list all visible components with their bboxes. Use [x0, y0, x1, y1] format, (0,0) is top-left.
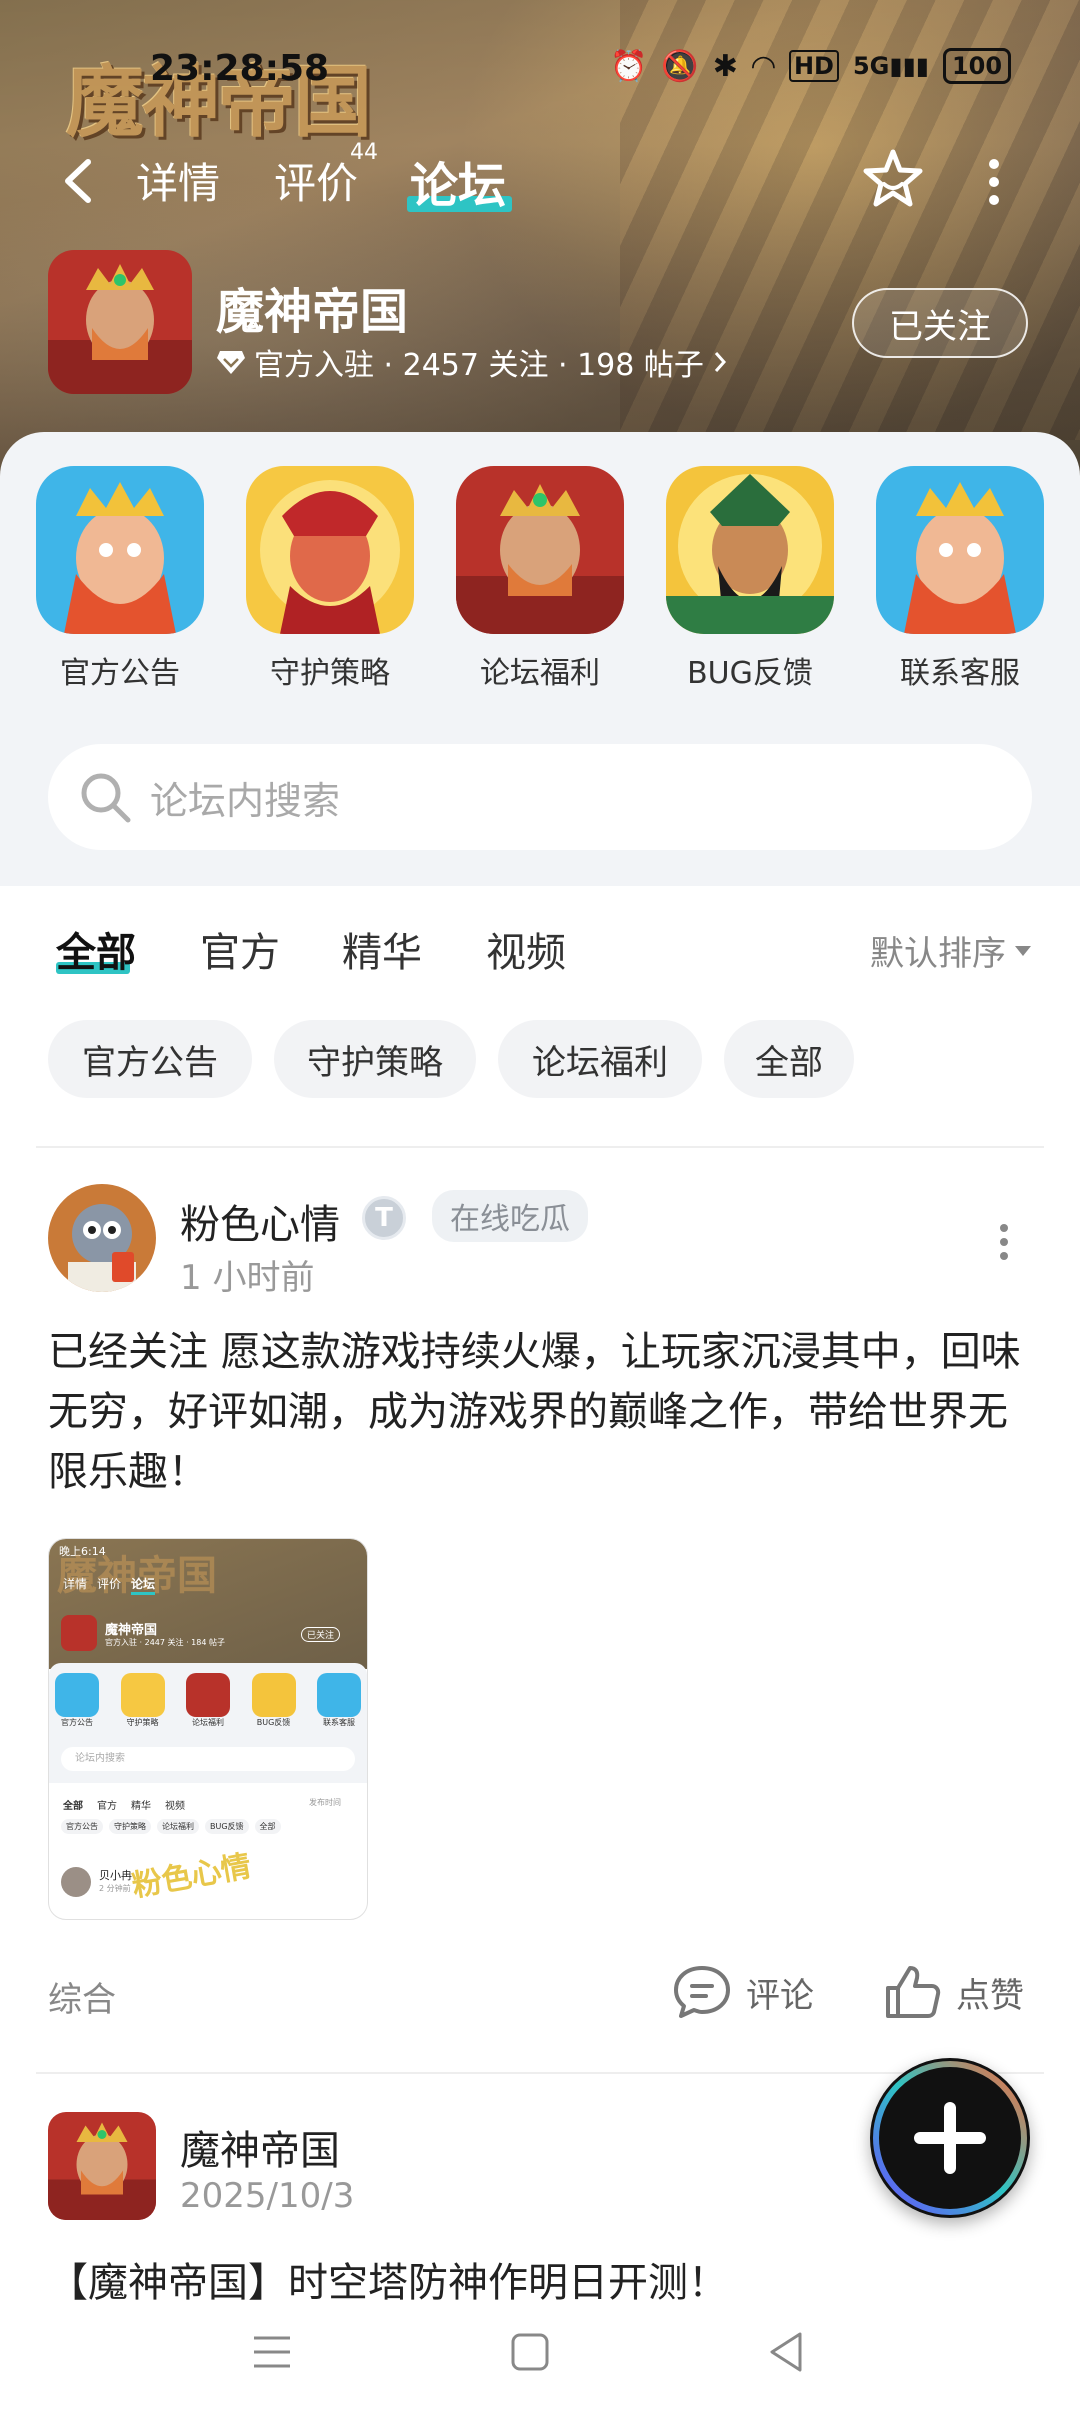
filter-tab-all[interactable]: 全部	[56, 920, 136, 978]
post-more-icon[interactable]	[994, 1222, 1014, 1262]
favorite-star-icon[interactable]	[860, 146, 926, 212]
thumb-watermark: 粉色心情	[129, 1848, 254, 1905]
post-time: 2025/10/3	[180, 2176, 355, 2216]
tab-details[interactable]: 详情	[136, 150, 220, 211]
thumb-avatar	[61, 1867, 91, 1897]
post-author-name[interactable]: 粉色心情	[180, 1192, 340, 1250]
thumb-follow: 已关注	[301, 1627, 341, 1642]
user-level-badge: T	[362, 1196, 406, 1240]
like-label: 点赞	[956, 1975, 1024, 2016]
search-placeholder: 论坛内搜索	[150, 778, 341, 823]
official-avatar[interactable]	[48, 2112, 156, 2220]
forum-search-bar[interactable]: 论坛内搜索	[48, 744, 1032, 850]
divider	[36, 1146, 1044, 1148]
back-nav-icon[interactable]	[766, 2330, 806, 2374]
warrior-avatar-icon	[246, 466, 414, 634]
home-icon[interactable]	[510, 2332, 550, 2372]
wifi-icon: ◠	[751, 48, 775, 84]
category-label: 守护策略	[270, 656, 390, 691]
category-label: 联系客服	[900, 656, 1020, 691]
like-button[interactable]: 点赞	[884, 1964, 1024, 2020]
thumb-game-name: 魔神帝国	[105, 1623, 158, 1638]
search-icon	[81, 773, 131, 823]
chevron-right-icon	[714, 352, 726, 372]
thumb-top-tabs: 详情 评价 论坛	[63, 1575, 156, 1595]
system-nav-bar	[0, 2300, 1080, 2412]
reviews-count-badge: 44	[350, 140, 378, 165]
general-avatar-icon	[666, 466, 834, 634]
sort-label: 默认排序	[870, 934, 1006, 974]
filter-tab-official[interactable]: 官方	[200, 920, 280, 978]
status-time: 23:28:58	[150, 48, 330, 89]
post-image-thumbnail[interactable]: 晚上6:14 魔神帝国 详情 评价 论坛 魔神帝国 官方入驻 · 2447 关注 ·…	[48, 1538, 368, 1920]
thumb-sort: 发布时间	[309, 1798, 341, 1807]
mute-icon: 🔕	[661, 48, 699, 84]
thumb-time: 2 分钟前	[99, 1884, 131, 1893]
game-meta-text: 官方入驻 · 2457 关注 · 198 帖子	[254, 348, 704, 383]
chip-forum-benefits[interactable]: 论坛福利	[498, 1020, 702, 1098]
status-icons: ⏰ 🔕 ✱ ◠ HD 5G▮▮▮ 100	[610, 48, 1012, 84]
thumb-search: 论坛内搜索	[61, 1747, 355, 1771]
comment-button[interactable]: 评论	[672, 1964, 814, 2020]
thumb-game-meta: 官方入驻 · 2447 关注 · 184 帖子	[105, 1638, 225, 1647]
filter-tab-featured[interactable]: 精华	[342, 920, 422, 978]
plus-icon	[873, 2061, 1027, 2215]
sort-dropdown[interactable]: 默认排序	[870, 926, 1032, 975]
battery-icon: 100	[942, 48, 1012, 84]
category-label: BUG反馈	[687, 656, 813, 691]
alarm-icon: ⏰	[610, 48, 648, 84]
comment-label: 评论	[746, 1975, 814, 2016]
tab-forum[interactable]: 论坛	[410, 146, 506, 216]
thumbs-up-icon	[886, 1966, 941, 2018]
filter-tab-video[interactable]: 视频	[486, 920, 566, 978]
game-app-icon	[48, 250, 192, 394]
tab-reviews[interactable]: 评价	[274, 150, 358, 211]
category-bug-feedback[interactable]: BUG反馈	[660, 466, 840, 692]
follow-button[interactable]: 已关注	[852, 288, 1028, 358]
chip-guard-strategy[interactable]: 守护策略	[274, 1020, 476, 1098]
bluetooth-icon: ✱	[712, 48, 738, 84]
post-category[interactable]: 综合	[48, 1972, 116, 2021]
post-time: 1 小时前	[180, 1258, 315, 1298]
game-title: 魔神帝国	[216, 284, 409, 340]
thumb-chips: 官方公告 守护策略 论坛福利 BUG反馈 全部	[61, 1819, 281, 1834]
category-official-notice[interactable]: 官方公告	[30, 466, 210, 692]
category-customer-service[interactable]: 联系客服	[870, 466, 1050, 692]
chip-official-notice[interactable]: 官方公告	[48, 1020, 252, 1098]
hd-icon: HD	[788, 50, 839, 82]
post-author-name[interactable]: 魔神帝国	[180, 2118, 340, 2176]
comment-icon	[674, 1966, 730, 2018]
user-avatar[interactable]	[48, 1184, 156, 1292]
post-body-text[interactable]: 已经关注 愿这款游戏持续火爆，让玩家沉浸其中，回味无穷，好评如潮，成为游戏界的巅…	[48, 1322, 1038, 1502]
caret-down-icon	[1015, 945, 1031, 956]
game-meta-link[interactable]: 官方入驻 · 2457 关注 · 198 帖子	[216, 340, 728, 384]
thumb-user: 贝小冉	[99, 1869, 132, 1882]
king-avatar-icon	[876, 466, 1044, 634]
official-diamond-icon	[217, 351, 245, 374]
thumb-game-icon	[61, 1615, 97, 1651]
thumb-categories: 官方公告 守护策略 论坛福利 BUG反馈 联系客服	[55, 1673, 361, 1728]
create-post-button[interactable]	[870, 2058, 1030, 2218]
category-label: 官方公告	[60, 656, 180, 691]
chief-avatar-icon	[456, 466, 624, 634]
back-arrow-icon[interactable]	[58, 156, 98, 206]
chip-all[interactable]: 全部	[724, 1020, 854, 1098]
more-options-icon[interactable]	[984, 154, 1004, 210]
king-avatar-icon	[36, 466, 204, 634]
category-forum-benefits[interactable]: 论坛福利	[450, 466, 630, 692]
category-label: 论坛福利	[480, 656, 600, 691]
category-guard-strategy[interactable]: 守护策略	[240, 466, 420, 692]
menu-icon[interactable]	[252, 2332, 292, 2372]
thumb-filter-tabs: 全部 官方 精华 视频	[63, 1801, 185, 1812]
signal-icon: 5G▮▮▮	[852, 52, 929, 80]
user-title-tag: 在线吃瓜	[432, 1190, 588, 1242]
